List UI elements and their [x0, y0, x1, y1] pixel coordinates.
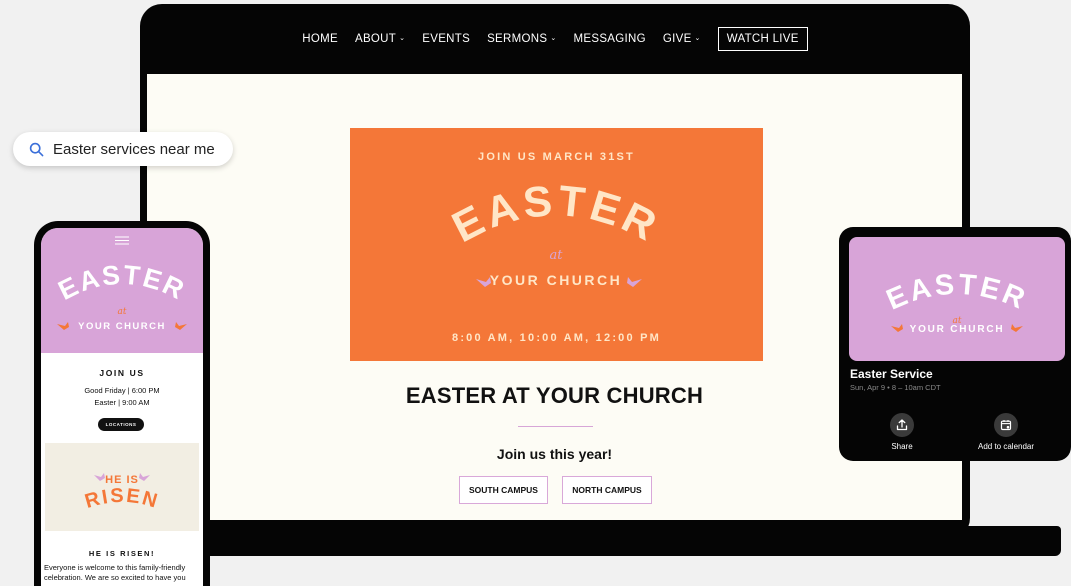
nav-messaging-label: MESSAGING: [573, 33, 646, 45]
nav-home[interactable]: HOME: [302, 33, 338, 45]
card-easter-art: EASTER at YOUR CHURCH: [882, 269, 1032, 335]
nav-give[interactable]: GIVE ⌄: [663, 33, 701, 45]
chevron-down-icon: ⌄: [550, 35, 557, 42]
phone-risen-heading: HE IS RISEN!: [88, 549, 156, 558]
phone-body-text: Everyone is welcome to this family-frien…: [44, 563, 202, 583]
watch-live-button[interactable]: WATCH LIVE: [717, 27, 808, 51]
nav-home-label: HOME: [302, 33, 338, 45]
event-image: EASTER at YOUR CHURCH: [849, 237, 1065, 361]
he-is-risen-art: HE IS RISEN: [82, 473, 161, 513]
south-campus-label: SOUTH CAMPUS: [469, 485, 538, 495]
phone-join-heading: JOIN US: [99, 368, 145, 378]
he-is-risen-graphic: HE IS RISEN: [45, 443, 199, 531]
hero-art-subline: YOUR CHURCH: [490, 272, 623, 288]
divider: [518, 426, 593, 427]
share-label: Share: [891, 442, 913, 451]
laptop-base: [140, 526, 1061, 556]
nav-about-label: ABOUT: [354, 33, 397, 45]
share-icon: [890, 413, 914, 437]
phone-service-easter: Easter | 9:00 AM: [94, 398, 150, 407]
nav-messaging[interactable]: MESSAGING: [574, 33, 646, 45]
dove-icon: [57, 322, 69, 330]
site-nav: HOME ABOUT ⌄ EVENTS SERMONS ⌄ MESSAGING GI…: [140, 4, 970, 74]
north-campus-label: NORTH CAMPUS: [572, 485, 642, 495]
search-bar[interactable]: Easter services near me: [13, 132, 233, 166]
south-campus-button[interactable]: SOUTH CAMPUS: [459, 476, 548, 504]
share-button[interactable]: Share: [890, 413, 914, 451]
phone-art-word: EASTER: [54, 260, 191, 306]
locations-label: LOCATIONS: [105, 422, 137, 427]
event-card: EASTER at YOUR CHURCH Easter Service Sun…: [839, 227, 1071, 461]
calendar-icon: [994, 413, 1019, 437]
dove-icon: [627, 277, 642, 287]
dove-icon: [891, 324, 903, 332]
nav-sermons[interactable]: SERMONS ⌄: [487, 33, 556, 45]
easter-logo-art: EASTER at YOUR CHURCH: [445, 177, 667, 288]
locations-button[interactable]: LOCATIONS: [98, 418, 144, 431]
event-title: Easter Service: [850, 367, 933, 381]
dove-icon: [139, 473, 150, 481]
dove-icon: [1011, 324, 1023, 332]
chevron-down-icon: ⌄: [694, 35, 701, 42]
hero-art-word: EASTER: [445, 177, 667, 252]
phone-he-is: HE IS: [105, 474, 139, 486]
nav-give-label: GIVE: [662, 33, 692, 45]
phone-easter-art: EASTER at YOUR CHURCH: [54, 260, 191, 332]
phone-service-good-friday: Good Friday | 6:00 PM: [84, 386, 160, 395]
card-art-word: EASTER: [882, 269, 1032, 317]
nav-about[interactable]: ABOUT ⌄: [355, 33, 405, 45]
north-campus-button[interactable]: NORTH CAMPUS: [562, 476, 652, 504]
add-to-calendar-label: Add to calendar: [978, 442, 1035, 451]
hero-times: 8:00 AM, 10:00 AM, 12:00 PM: [452, 332, 661, 344]
phone-risen: RISEN: [82, 485, 161, 513]
search-icon: [29, 142, 44, 156]
nav-events-label: EVENTS: [422, 33, 471, 45]
hero-art-at: at: [550, 248, 564, 263]
dove-icon: [94, 473, 105, 481]
dove-icon: [476, 277, 491, 287]
nav-sermons-label: SERMONS: [487, 33, 548, 45]
watch-live-label: WATCH LIVE: [726, 33, 799, 45]
hero-banner: JOIN US MARCH 31ST EASTER at YOUR CHURCH…: [350, 128, 763, 361]
event-datetime: Sun, Apr 9 • 8 – 10am CDT: [850, 383, 941, 392]
search-query: Easter services near me: [53, 140, 215, 158]
phone-body-line: Everyone is welcome to this family-frien…: [44, 563, 186, 572]
phone-art-subline: YOUR CHURCH: [78, 321, 166, 332]
nav-events[interactable]: EVENTS: [422, 33, 470, 45]
phone-device: EASTER at YOUR CHURCH JOIN US Good Frida…: [34, 221, 210, 586]
phone-screen: EASTER at YOUR CHURCH JOIN US Good Frida…: [41, 228, 203, 586]
phone-hero: EASTER at YOUR CHURCH: [41, 228, 203, 353]
phone-body-line: celebration. We are so excited to have y…: [44, 573, 186, 582]
card-art-subline: YOUR CHURCH: [910, 324, 1005, 335]
add-to-calendar-button[interactable]: Add to calendar: [978, 413, 1034, 451]
chevron-down-icon: ⌄: [399, 35, 406, 42]
phone-art-at: at: [118, 307, 127, 317]
dove-icon: [175, 322, 187, 330]
